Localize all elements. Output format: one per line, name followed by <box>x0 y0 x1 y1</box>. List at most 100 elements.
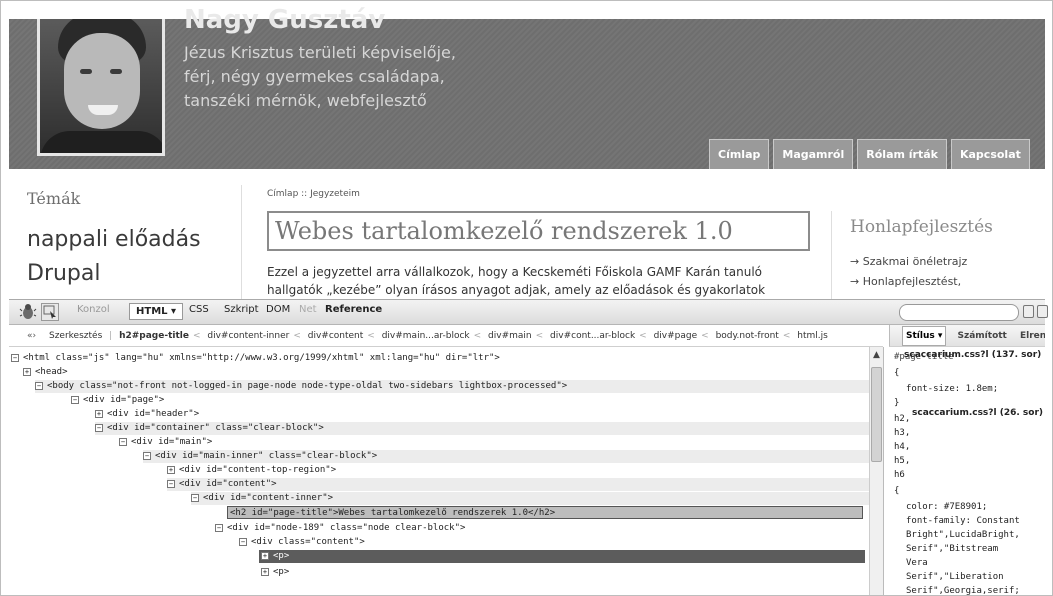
site-content: Témák nappali előadás Drupal Címlap :: J… <box>9 169 1045 299</box>
nav-tab-magamrol[interactable]: Magamról <box>773 139 854 169</box>
collapse-icon[interactable]: − <box>71 395 79 404</box>
firebug-search-input[interactable] <box>899 304 1019 321</box>
tree-node-body[interactable]: − <body class="not-front not-logged-in pa… <box>35 380 869 393</box>
tree-node-page-title[interactable]: <h2 id="page-title">Webes tartalomkezelő… <box>227 506 863 519</box>
tab-net[interactable]: Net <box>299 304 317 315</box>
firebug-toolbar: Konzol HTML ▾ CSS Szkript DOM Net Refere… <box>9 299 1048 325</box>
sidebar-link-nappali[interactable]: nappali előadás <box>27 227 201 252</box>
css-source-link[interactable]: scaccarium.css?l (26. sor) <box>912 407 1043 419</box>
collapse-icon[interactable]: − <box>119 437 127 446</box>
sidebar-link-drupal[interactable]: Drupal <box>27 261 101 286</box>
avatar <box>37 19 165 156</box>
tab-stilus[interactable]: Stílus ▾ <box>902 326 947 346</box>
minimize-icon[interactable] <box>1023 305 1034 318</box>
expand-icon[interactable]: + <box>23 367 31 376</box>
tree-scrollbar[interactable]: ▲ <box>869 347 883 595</box>
tab-szkript[interactable]: Szkript <box>224 304 259 315</box>
css-declaration[interactable]: font-size: 1.8em; <box>906 383 998 395</box>
tab-szamitott[interactable]: Számított <box>958 325 1007 346</box>
tree-node-container[interactable]: − <div id="container" class="clear-block"… <box>95 422 869 435</box>
site-name[interactable]: Nagy Gusztáv <box>184 5 385 35</box>
css-selector[interactable]: h2, <box>894 413 910 425</box>
path-crumb[interactable]: body.not-front <box>716 325 779 346</box>
css-brace: } <box>894 398 900 408</box>
collapse-icon[interactable]: − <box>167 479 175 488</box>
tree-node-main[interactable]: − <div id="main"> <box>119 436 212 449</box>
css-brace: { <box>894 368 900 378</box>
tab-dom[interactable]: DOM <box>266 304 290 315</box>
collapse-icon[interactable]: − <box>215 523 223 532</box>
path-crumb[interactable]: div#page <box>654 325 698 346</box>
breadcrumb[interactable]: Címlap :: Jegyzeteim <box>267 189 360 199</box>
path-crumb[interactable]: html.js <box>797 325 828 346</box>
detach-icon[interactable] <box>1037 305 1048 318</box>
expand-icon[interactable]: + <box>261 551 269 560</box>
browser-window: Nagy Gusztáv Jézus Krisztus területi kép… <box>0 0 1053 596</box>
path-crumb[interactable]: div#cont...ar-block <box>550 325 635 346</box>
tab-elrendezes[interactable]: Elren <box>1020 325 1045 346</box>
style-panel: #page-title scaccarium.css?l (137. sor) … <box>883 347 1045 595</box>
tab-html[interactable]: HTML ▾ <box>129 303 184 320</box>
expand-icon[interactable]: + <box>95 409 103 418</box>
site-header: Nagy Gusztáv Jézus Krisztus területi kép… <box>9 5 1045 169</box>
css-brace: { <box>894 486 900 496</box>
collapse-icon[interactable]: − <box>11 353 19 362</box>
css-selector[interactable]: h4, <box>894 441 910 453</box>
css-declaration[interactable]: font-family: Constant <box>906 515 1020 527</box>
edit-button[interactable]: Szerkesztés <box>49 325 102 346</box>
path-crumb[interactable]: div#content <box>308 325 364 346</box>
collapse-icon[interactable]: − <box>95 423 103 432</box>
html-tree: − <html class="js" lang="hu" xmlns="http:… <box>9 347 869 595</box>
expand-icon[interactable]: + <box>261 567 269 576</box>
collapse-icon[interactable]: − <box>239 537 247 546</box>
side-panel-tabs: Stílus ▾ Számított Elren <box>889 325 1045 347</box>
firebug-icon[interactable] <box>19 303 37 321</box>
tree-node-content[interactable]: − <div id="content"> <box>167 478 869 491</box>
scroll-up-icon[interactable]: ▲ <box>870 349 883 362</box>
inspect-icon[interactable] <box>41 303 59 321</box>
css-selector[interactable]: h3, <box>894 427 910 439</box>
sidebar-title: Témák <box>27 189 81 208</box>
path-crumb[interactable]: div#main <box>488 325 532 346</box>
path-crumb[interactable]: div#main...ar-block <box>382 325 470 346</box>
tree-node-paragraph[interactable]: + <p> <box>259 550 865 563</box>
tree-node-paragraph[interactable]: + <p> <box>261 566 289 579</box>
column-divider <box>241 185 242 299</box>
tree-node-head[interactable]: + <head> <box>23 366 68 379</box>
tree-node-content-inner[interactable]: − <div id="content-inner"> <box>191 492 869 505</box>
css-selector[interactable]: h5, <box>894 455 910 467</box>
tab-reference[interactable]: Reference <box>325 304 382 315</box>
css-declaration[interactable]: color: #7E8901; <box>906 501 987 513</box>
tab-konzol[interactable]: Konzol <box>77 304 110 315</box>
tree-node-content-top-region[interactable]: + <div id="content-top-region"> <box>167 464 336 477</box>
css-source-link[interactable]: scaccarium.css?l (137. sor) <box>904 349 1041 361</box>
path-menu-icon[interactable]: «› <box>27 325 36 346</box>
site-subtitle-line: Jézus Krisztus területi képviselője, <box>184 43 456 62</box>
css-declaration: Vera <box>906 558 928 568</box>
tree-node-node-189[interactable]: − <div id="node-189" class="node clear-bl… <box>215 522 465 535</box>
nav-tab-rolam-irtak[interactable]: Rólam írták <box>857 139 947 169</box>
tree-node-page[interactable]: − <div id="page"> <box>71 394 164 407</box>
right-link-honlap[interactable]: → Honlapfejlesztést, <box>850 275 961 288</box>
css-declaration: Serif","Bitstream <box>906 544 999 554</box>
tree-node-content-div[interactable]: − <div class="content"> <box>239 536 365 549</box>
body-line: hallgatók „kezébe” olyan írásos anyagot … <box>267 283 766 297</box>
collapse-icon[interactable]: − <box>191 493 199 502</box>
css-declaration: Serif","Liberation <box>906 572 1004 582</box>
nav-tab-cimlap[interactable]: Címlap <box>709 139 770 169</box>
nav-tab-kapcsolat[interactable]: Kapcsolat <box>950 139 1030 169</box>
expand-icon[interactable]: + <box>167 465 175 474</box>
tree-node-main-inner[interactable]: − <div id="main-inner" class="clear-block… <box>143 450 869 463</box>
tab-css[interactable]: CSS <box>189 304 209 315</box>
collapse-icon[interactable]: − <box>143 451 151 460</box>
body-line: Ezzel a jegyzettel arra vállalkozok, hog… <box>267 265 762 279</box>
css-selector[interactable]: h6 <box>894 469 905 481</box>
right-sidebar-title: Honlapfejlesztés <box>850 217 993 237</box>
scrollbar-thumb[interactable] <box>871 367 882 462</box>
collapse-icon[interactable]: − <box>35 381 43 390</box>
tree-node-header[interactable]: + <div id="header"> <box>95 408 199 421</box>
right-link-szakmai[interactable]: → Szakmai önéletrajz <box>850 255 967 268</box>
tree-node-html[interactable]: − <html class="js" lang="hu" xmlns="http:… <box>11 352 500 365</box>
path-crumb[interactable]: div#content-inner <box>207 325 289 346</box>
path-crumb[interactable]: h2#page-title <box>119 325 189 346</box>
